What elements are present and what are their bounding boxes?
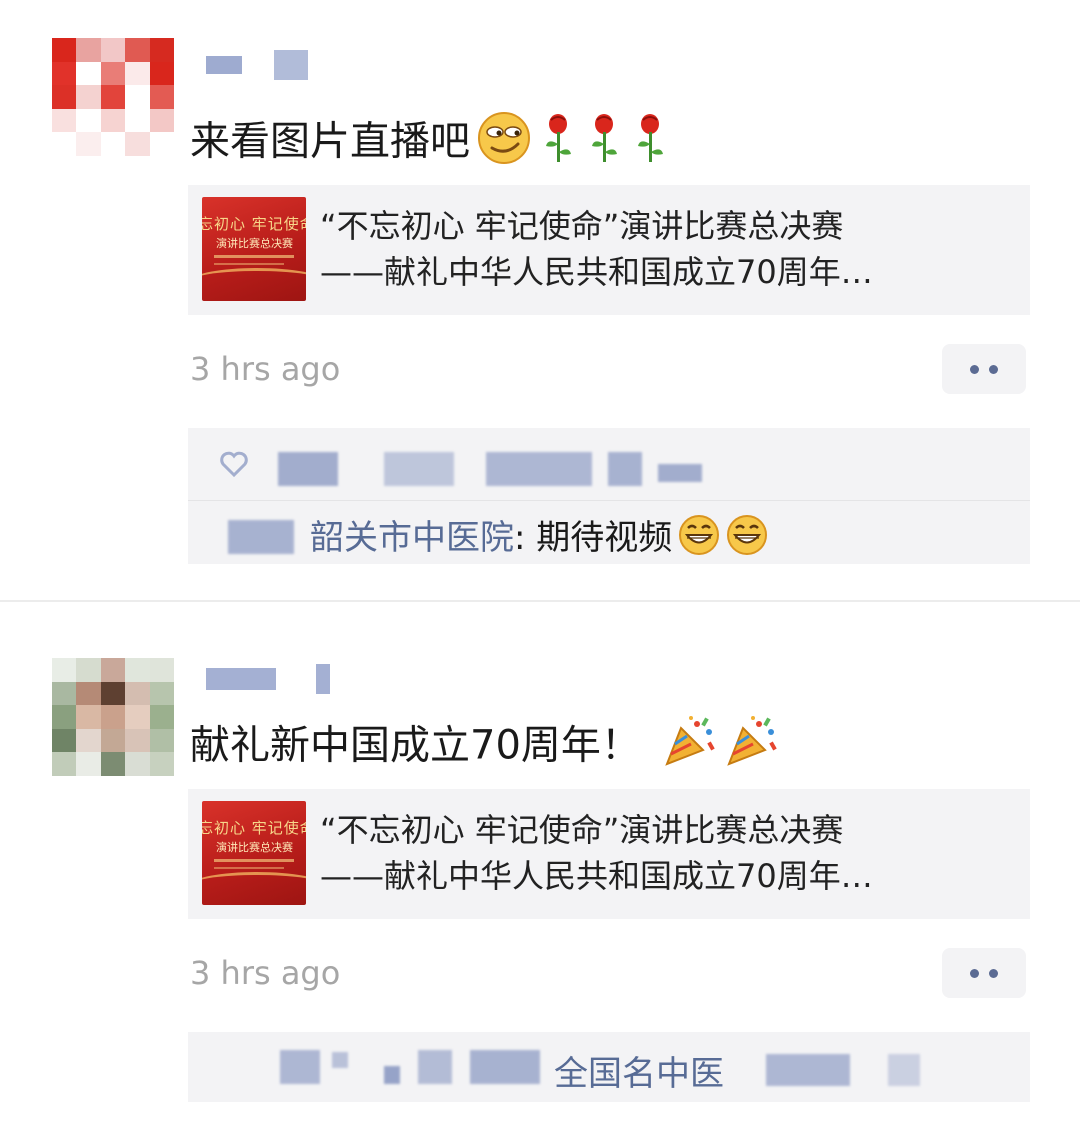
heart-outline-icon xyxy=(220,451,248,478)
rose-emoji-icon xyxy=(630,112,670,175)
link-thumbnail: 忘初心 牢记使命 演讲比赛总决赛 xyxy=(202,197,306,301)
liker-name-blurred[interactable] xyxy=(418,1050,452,1084)
link-title-line2: ——献礼中华人民共和国成立70周年… xyxy=(320,253,873,291)
likes-row xyxy=(188,428,1030,500)
link-title: “不忘初心 牢记使命”演讲比赛总决赛 ——献礼中华人民共和国成立70周年… xyxy=(320,807,873,899)
thumb-subtitle: 演讲比赛总决赛 xyxy=(216,237,293,250)
more-actions-button[interactable] xyxy=(942,948,1026,998)
post-text: 来看图片直播吧 xyxy=(190,110,670,177)
liker-name[interactable]: 全国名中医 xyxy=(554,1046,724,1095)
comment-row[interactable]: 韶关市中医院: 期待视频 xyxy=(310,514,768,565)
shared-link-card[interactable]: 忘初心 牢记使命 演讲比赛总决赛 “不忘初心 牢记使命”演讲比赛总决赛 ——献礼… xyxy=(188,185,1030,315)
liker-name-blurred[interactable] xyxy=(766,1054,850,1086)
dot-icon xyxy=(970,968,979,978)
dot-icon xyxy=(989,968,998,978)
party-popper-emoji-icon xyxy=(723,714,779,781)
link-title-line1: “不忘初心 牢记使命”演讲比赛总决赛 xyxy=(320,207,844,245)
grin-emoji-icon xyxy=(678,514,720,565)
grin-emoji-icon xyxy=(726,514,768,565)
comment-separator: : xyxy=(514,518,537,558)
post-text-label: 来看图片直播吧 xyxy=(190,118,470,165)
liker-name-blurred[interactable] xyxy=(888,1054,920,1086)
link-thumbnail: 忘初心 牢记使命 演讲比赛总决赛 xyxy=(202,801,306,905)
link-title-line2: ——献礼中华人民共和国成立70周年… xyxy=(320,857,873,895)
liker-name-blurred[interactable] xyxy=(384,452,454,486)
liker-name-blurred[interactable] xyxy=(470,1050,540,1084)
dot-icon xyxy=(970,364,979,374)
party-popper-emoji-icon xyxy=(661,714,717,781)
likes-row: 全国名中医 xyxy=(188,1032,1030,1102)
liker-name-blurred[interactable] xyxy=(608,452,642,486)
liker-name-blurred[interactable] xyxy=(278,452,338,486)
nickname-blurred[interactable] xyxy=(206,48,308,82)
comment-author[interactable]: 韶关市中医院 xyxy=(310,518,514,558)
dot-icon xyxy=(989,364,998,374)
liker-name-blurred[interactable] xyxy=(332,1052,348,1068)
post-time: 3 hrs ago xyxy=(190,350,341,388)
more-actions-button[interactable] xyxy=(942,344,1026,394)
nickname-blurred[interactable] xyxy=(206,662,330,696)
rose-emoji-icon xyxy=(538,112,578,175)
liker-name-blurred[interactable] xyxy=(384,1066,400,1084)
thumb-subtitle: 演讲比赛总决赛 xyxy=(216,841,293,854)
comment-text: 期待视频 xyxy=(536,518,673,558)
thumb-title: 忘初心 牢记使命 xyxy=(202,819,306,837)
smirk-emoji-icon xyxy=(476,110,532,177)
avatar[interactable] xyxy=(52,38,174,156)
liker-name-blurred[interactable] xyxy=(658,464,702,482)
post-time: 3 hrs ago xyxy=(190,954,341,992)
liker-name-blurred[interactable] xyxy=(280,1050,320,1084)
avatar[interactable] xyxy=(52,658,174,776)
thumb-title: 忘初心 牢记使命 xyxy=(202,215,306,233)
moment-post-2: 献礼新中国成立70周年！ 忘初心 牢记使命 演讲比赛总决赛 “不忘初心 牢记使命… xyxy=(0,602,1080,1130)
commenter-avatar-blurred[interactable] xyxy=(228,520,294,554)
post-text-label: 献礼新中国成立70周年！ xyxy=(190,722,641,769)
link-title-line1: “不忘初心 牢记使命”演讲比赛总决赛 xyxy=(320,811,844,849)
shared-link-card[interactable]: 忘初心 牢记使命 演讲比赛总决赛 “不忘初心 牢记使命”演讲比赛总决赛 ——献礼… xyxy=(188,789,1030,919)
liker-name-blurred[interactable] xyxy=(486,452,592,486)
post-text: 献礼新中国成立70周年！ xyxy=(190,714,779,781)
likes-and-comments: 韶关市中医院: 期待视频 xyxy=(188,428,1030,564)
rose-emoji-icon xyxy=(584,112,624,175)
moment-post-1: 来看图片直播吧 忘初心 牢记使命 演讲比赛总决赛 “不忘初心 牢记使命”演讲比赛… xyxy=(0,0,1080,600)
link-title: “不忘初心 牢记使命”演讲比赛总决赛 ——献礼中华人民共和国成立70周年… xyxy=(320,203,873,295)
